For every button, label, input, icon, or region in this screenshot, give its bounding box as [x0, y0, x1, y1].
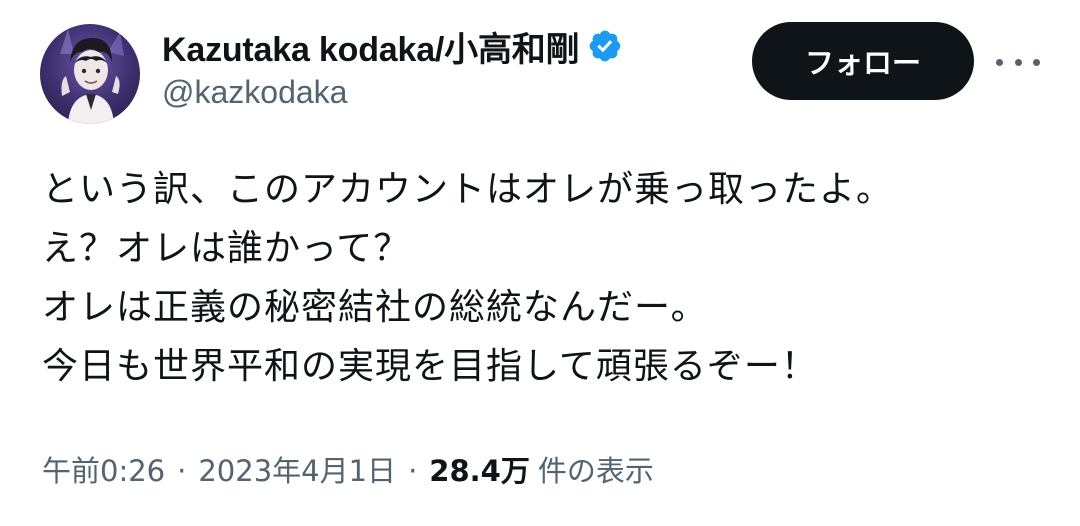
- tweet-date[interactable]: 2023年4月1日: [198, 448, 396, 490]
- meta-separator: ·: [177, 454, 187, 488]
- more-dot: [996, 58, 1003, 66]
- verified-badge-icon[interactable]: [587, 28, 623, 64]
- views-label: 件の表示: [537, 454, 654, 488]
- more-dot: [1033, 58, 1040, 66]
- tweet-card: Kazutaka kodaka/小高和剛 @kazkodaka フォロー という…: [0, 0, 1080, 526]
- tweet-line: え？オレは誰かって？: [42, 228, 411, 269]
- profile-avatar[interactable]: [40, 24, 140, 124]
- tweet-time[interactable]: 午前0:26: [42, 448, 165, 490]
- tweet-meta: 午前0:26 · 2023年4月1日 · 28.4万 件の表示: [42, 448, 654, 490]
- tweet-line: 今日も世界平和の実現を目指して頑張るぞー！: [42, 346, 818, 387]
- more-options-icon[interactable]: [996, 44, 1040, 80]
- follow-button[interactable]: フォロー: [752, 22, 974, 100]
- author-handle[interactable]: @kazkodaka: [162, 74, 347, 111]
- author-name-row: Kazutaka kodaka/小高和剛: [162, 22, 623, 70]
- tweet-text: という訳、このアカウントはオレが乗っ取ったよ。 え？オレは誰かって？ オレは正義…: [42, 160, 1052, 396]
- meta-separator: ·: [408, 454, 418, 488]
- tweet-line: という訳、このアカウントはオレが乗っ取ったよ。: [42, 169, 894, 210]
- author-display-name[interactable]: Kazutaka kodaka/小高和剛: [162, 22, 580, 71]
- more-dot: [1014, 58, 1022, 66]
- tweet-line: オレは正義の秘密結社の総統なんだー。: [42, 287, 708, 328]
- views-count[interactable]: 28.4万: [429, 448, 530, 490]
